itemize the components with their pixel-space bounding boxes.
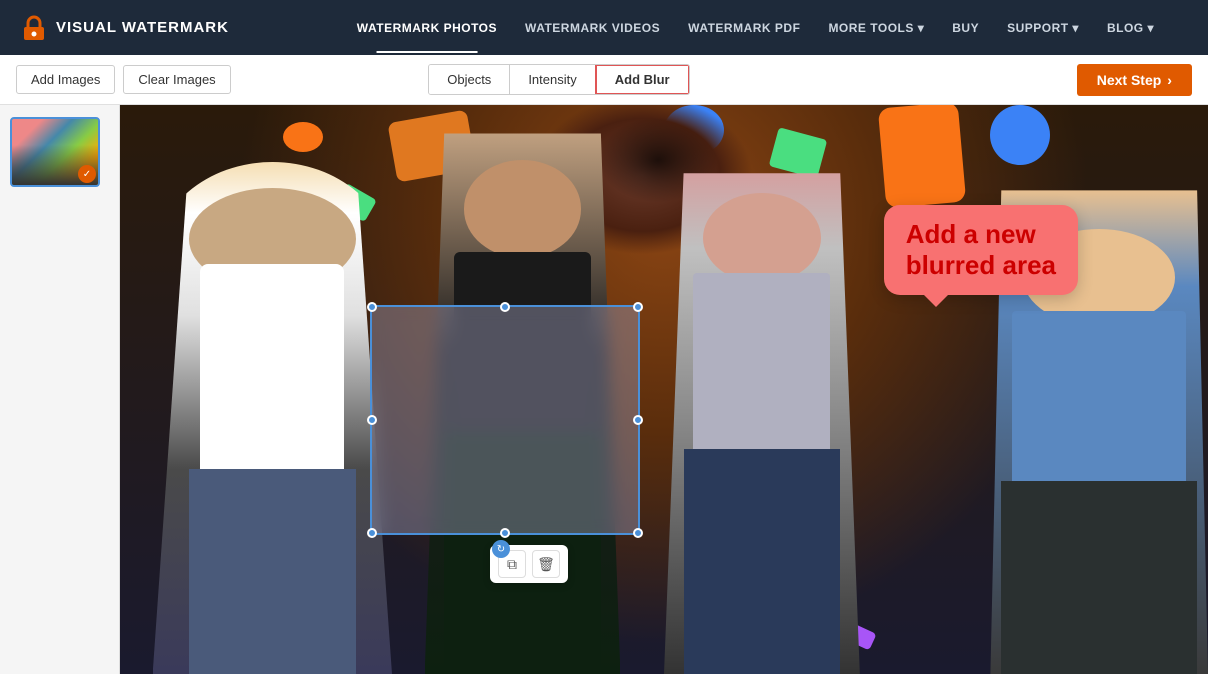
main-content: ✓ [0, 105, 1208, 674]
nav-watermark-pdf[interactable]: WATERMARK PDF [674, 21, 814, 35]
resize-handle-mid-right[interactable] [633, 415, 643, 425]
person-silhouette-3 [664, 173, 860, 674]
nav-watermark-videos[interactable]: WATERMARK VIDEOS [511, 21, 674, 35]
tab-group: Objects Intensity Add Blur [428, 64, 689, 95]
person-silhouette-1 [153, 162, 392, 674]
nav-links: WATERMARK PHOTOS WATERMARK VIDEOS WATERM… [343, 21, 1168, 35]
clear-images-button[interactable]: Clear Images [123, 65, 230, 94]
toolbar: Add Images Clear Images Objects Intensit… [0, 55, 1208, 105]
tab-add-blur[interactable]: Add Blur [595, 64, 690, 95]
tooltip-bubble: Add a new blurred area [884, 205, 1078, 295]
resize-handle-bottom-right[interactable] [633, 528, 643, 538]
nav-buy[interactable]: BUY [938, 21, 993, 35]
logo-icon [20, 14, 48, 42]
resize-handle-mid-left[interactable] [367, 415, 377, 425]
tab-intensity[interactable]: Intensity [510, 65, 595, 94]
delete-blur-button[interactable]: 🗑 [532, 550, 560, 578]
sidebar: ✓ [0, 105, 120, 674]
nav-support[interactable]: SUPPORT ▾ [993, 21, 1093, 35]
nav-more-tools[interactable]: MORE TOOLS ▾ [814, 21, 938, 35]
canvas-area[interactable]: ⧉ 🗑 ↻ Add a new blurred area [120, 105, 1208, 674]
resize-handle-top-right[interactable] [633, 302, 643, 312]
logo-area[interactable]: VISUAL WATERMARK [20, 14, 229, 42]
blur-selection-box[interactable] [370, 305, 640, 535]
next-step-button[interactable]: Next Step › [1077, 64, 1192, 96]
photo-scene [120, 105, 1208, 674]
nav-watermark-photos[interactable]: WATERMARK PHOTOS [343, 21, 511, 35]
resize-handle-bottom-left[interactable] [367, 528, 377, 538]
tab-objects[interactable]: Objects [429, 65, 510, 94]
logo-text: VISUAL WATERMARK [56, 19, 229, 36]
thumbnail-item[interactable]: ✓ [10, 117, 100, 187]
thumb-check-icon: ✓ [78, 165, 96, 183]
header: VISUAL WATERMARK WATERMARK PHOTOS WATERM… [0, 0, 1208, 55]
resize-handle-bottom-mid[interactable] [500, 528, 510, 538]
nav-blog[interactable]: BLOG ▾ [1093, 21, 1168, 35]
add-images-button[interactable]: Add Images [16, 65, 115, 94]
rotate-handle[interactable]: ↻ [492, 540, 510, 558]
resize-handle-top-mid[interactable] [500, 302, 510, 312]
tooltip-text: Add a new blurred area [906, 219, 1056, 281]
resize-handle-top-left[interactable] [367, 302, 377, 312]
